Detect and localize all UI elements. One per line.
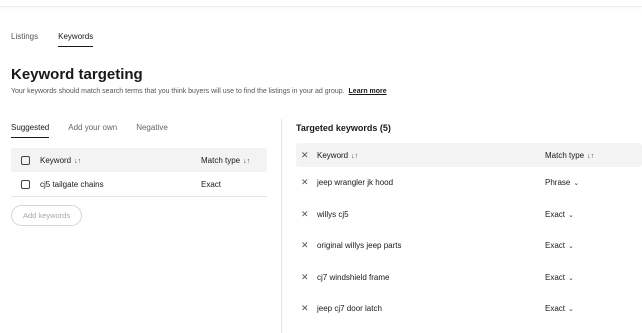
match-type-select[interactable]: Exact ⌄	[545, 210, 642, 219]
sort-icon[interactable]: ↓↑	[351, 153, 358, 160]
table-row: cj5 tailgate chains Exact	[11, 172, 267, 197]
match-type-select[interactable]: Phrase ⌄	[545, 178, 642, 187]
match-type-value: Exact	[545, 209, 566, 219]
tab-listings[interactable]: Listings	[11, 32, 38, 47]
chevron-down-icon: ⌄	[568, 274, 574, 282]
match-type-column-header[interactable]: Match type ↓↑	[201, 156, 267, 165]
sort-icon[interactable]: ↓↑	[74, 158, 81, 165]
top-bar	[0, 0, 642, 7]
remove-keyword-icon[interactable]: ✕	[301, 209, 317, 220]
match-type-select[interactable]: Exact ⌄	[545, 273, 642, 282]
keyword-column-header[interactable]: Keyword ↓↑	[317, 151, 545, 160]
chevron-down-icon: ⌄	[568, 306, 574, 314]
keyword-cell: willys cj5	[317, 209, 349, 219]
match-type-select[interactable]: Exact ⌄	[545, 304, 642, 313]
table-row: ✕ jeep cj7 door latch Exact ⌄	[296, 293, 642, 325]
keyword-cell: cj5 tailgate chains	[40, 179, 104, 189]
subtitle-text: Your keywords should match search terms …	[11, 88, 345, 95]
table-header: Keyword ↓↑ Match type ↓↑	[11, 148, 267, 172]
targeted-keywords-table: ✕ Keyword ↓↑ Match type ↓↑ ✕ jeep wrangler…	[296, 143, 642, 325]
keyword-cell: cj7 windshield frame	[317, 272, 390, 282]
match-type-select[interactable]: Exact ⌄	[545, 241, 642, 250]
keyword-cell: jeep wrangler jk hood	[317, 178, 394, 188]
page-tabs: Listings Keywords	[11, 32, 94, 47]
chevron-down-icon: ⌄	[568, 211, 574, 219]
remove-all-icon[interactable]: ✕	[301, 150, 317, 161]
learn-more-link[interactable]: Learn more	[349, 88, 387, 95]
page-subtitle: Your keywords should match search terms …	[11, 88, 387, 95]
sort-icon[interactable]: ↓↑	[243, 158, 250, 165]
match-type-value: Phrase	[545, 178, 571, 188]
suggested-keywords-table: Keyword ↓↑ Match type ↓↑ cj5 tailgate chai…	[11, 148, 267, 197]
tab-keywords[interactable]: Keywords	[58, 32, 94, 47]
table-row: ✕ cj7 windshield frame Exact ⌄	[296, 262, 642, 294]
tab-add-your-own[interactable]: Add your own	[68, 123, 117, 138]
table-row: ✕ original willys jeep parts Exact ⌄	[296, 230, 642, 262]
remove-keyword-icon[interactable]: ✕	[301, 272, 317, 283]
keyword-source-tabs: Suggested Add your own Negative	[11, 123, 267, 138]
keyword-cell: jeep cj7 door latch	[317, 304, 382, 314]
keyword-column-label: Keyword	[40, 155, 72, 165]
table-row: ✕ willys cj5 Exact ⌄	[296, 199, 642, 231]
match-type-value: Exact	[545, 241, 566, 251]
suggested-panel: Suggested Add your own Negative Keyword ↓…	[11, 123, 267, 226]
chevron-down-icon: ⌄	[573, 180, 580, 188]
keyword-cell: original willys jeep parts	[317, 241, 402, 251]
panel-divider	[281, 119, 282, 333]
table-row: ✕ jeep wrangler jk hood Phrase ⌄	[296, 167, 642, 199]
match-type-value: Exact	[545, 272, 566, 282]
match-type-value: Exact	[545, 304, 566, 314]
select-all-checkbox[interactable]	[21, 155, 30, 165]
match-type-cell: Exact	[201, 179, 222, 189]
tab-suggested[interactable]: Suggested	[11, 123, 50, 138]
chevron-down-icon: ⌄	[568, 243, 574, 251]
page-title: Keyword targeting	[11, 66, 143, 83]
targeted-keywords-title: Targeted keywords (5)	[296, 123, 391, 133]
row-checkbox[interactable]	[21, 179, 30, 189]
remove-keyword-icon[interactable]: ✕	[301, 303, 317, 314]
table-header: ✕ Keyword ↓↑ Match type ↓↑	[296, 143, 642, 167]
add-keywords-button[interactable]: Add keywords	[11, 205, 83, 226]
match-type-column-label: Match type	[545, 150, 585, 160]
targeted-panel: Targeted keywords (5) ✕ Keyword ↓↑ Match …	[296, 123, 642, 325]
remove-keyword-icon[interactable]: ✕	[301, 177, 317, 188]
keyword-column-header[interactable]: Keyword ↓↑	[40, 156, 201, 165]
tab-negative[interactable]: Negative	[136, 123, 168, 138]
match-type-column-header[interactable]: Match type ↓↑	[545, 151, 642, 160]
keyword-column-label: Keyword	[317, 150, 349, 160]
sort-icon[interactable]: ↓↑	[587, 153, 594, 160]
match-type-column-label: Match type	[201, 155, 241, 165]
remove-keyword-icon[interactable]: ✕	[301, 240, 317, 251]
